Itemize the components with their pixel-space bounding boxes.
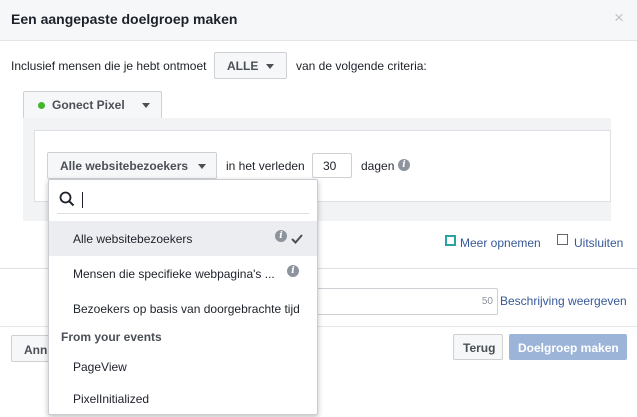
include-more-link[interactable]: Meer opnemen: [460, 236, 541, 250]
pixel-label: Gonect Pixel: [52, 98, 125, 112]
back-label: Terug: [463, 341, 496, 355]
create-audience-button[interactable]: Doelgroep maken: [509, 334, 627, 360]
criteria-prefix: Inclusief mensen die je hebt ontmoet: [11, 59, 207, 73]
chevron-down-icon: [266, 64, 274, 69]
exclude-link[interactable]: Uitsluiten: [574, 236, 623, 250]
dropdown-search[interactable]: [57, 188, 309, 214]
search-icon: [59, 191, 75, 207]
days-input-value: 30: [323, 159, 337, 173]
inclusion-selector-value: ALLE: [227, 59, 259, 73]
visitors-dropdown: Alle websitebezoekers i Mensen die speci…: [48, 179, 318, 415]
close-icon[interactable]: ×: [614, 9, 624, 26]
dropdown-item-label: PixelInitialized: [73, 392, 150, 406]
dropdown-item-label: Alle websitebezoekers: [73, 232, 193, 246]
include-more-icon[interactable]: [445, 235, 456, 246]
visitors-selector-value: Alle websitebezoekers: [60, 159, 189, 173]
pixel-selector[interactable]: Gonect Pixel: [23, 91, 162, 119]
audience-name-input[interactable]: 50: [300, 288, 498, 315]
info-icon[interactable]: i: [287, 265, 299, 277]
checkmark-icon: [291, 234, 303, 244]
dropdown-item-label: Bezoekers op basis van doorgebrachte tij…: [73, 302, 300, 316]
create-audience-label: Doelgroep maken: [518, 341, 619, 355]
char-count: 50: [481, 296, 493, 307]
dropdown-section-header: From your events: [61, 330, 162, 344]
chevron-down-icon: [142, 103, 150, 108]
cancel-label: Ann: [24, 343, 48, 357]
dropdown-item-all-visitors[interactable]: Alle websitebezoekers i: [49, 221, 317, 256]
back-button[interactable]: Terug: [453, 334, 503, 360]
days-label: dagen: [361, 159, 395, 173]
criteria-suffix: van de volgende criteria:: [296, 59, 427, 73]
dropdown-item-pixelinitialized[interactable]: PixelInitialized: [49, 381, 317, 416]
dialog-title: Een aangepaste doelgroep maken: [11, 11, 238, 27]
inclusion-selector[interactable]: ALLE: [214, 52, 287, 79]
exclude-icon[interactable]: [557, 234, 568, 245]
dropdown-item-time-spent[interactable]: Bezoekers op basis van doorgebrachte tij…: [49, 291, 317, 326]
visitors-selector[interactable]: Alle websitebezoekers: [47, 152, 217, 179]
in-past-label: in het verleden: [226, 159, 305, 173]
chevron-down-icon: [198, 164, 206, 169]
info-icon[interactable]: i: [398, 159, 410, 171]
dropdown-item-specific-pages[interactable]: Mensen die specifieke webpagina's ... i: [49, 256, 317, 291]
info-icon[interactable]: i: [275, 230, 287, 242]
dropdown-item-label: PageView: [73, 360, 127, 374]
dropdown-item-label: Mensen die specifieke webpagina's ...: [73, 267, 275, 281]
show-description-link[interactable]: Beschrijving weergeven: [500, 294, 627, 308]
search-caret: [82, 192, 83, 208]
status-dot-icon: [38, 102, 45, 109]
days-input[interactable]: 30: [312, 153, 352, 178]
dropdown-item-pageview[interactable]: PageView: [49, 349, 317, 384]
